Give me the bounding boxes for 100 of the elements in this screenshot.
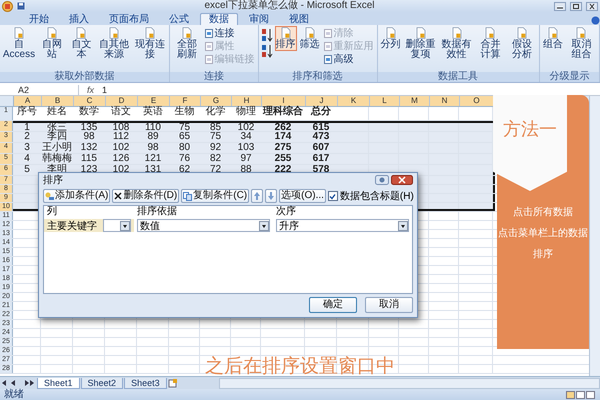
column-heading: 列 xyxy=(46,206,58,218)
table-cell-text: 102 xyxy=(236,123,256,131)
ribbon-button[interactable]: 自其他来源 xyxy=(97,26,132,61)
dropdown-icon[interactable] xyxy=(259,220,269,230)
column-header[interactable]: O xyxy=(460,96,494,106)
ribbon-button[interactable]: 取消组合 xyxy=(566,26,597,61)
column-header[interactable]: L xyxy=(370,96,400,106)
ribbon-button[interactable]: 自 Access xyxy=(2,26,36,61)
add-condition-button[interactable]: 添加条件(A) xyxy=(43,189,110,203)
table-cell-text: 617 xyxy=(312,154,330,164)
sort-key-row[interactable]: 主要关键字 xyxy=(44,219,134,232)
order-select[interactable]: 升序 xyxy=(276,219,409,232)
table-cell-text: 112 xyxy=(112,132,130,142)
table-cell-text: 化学 xyxy=(204,107,226,119)
horizontal-scrollbar[interactable] xyxy=(218,378,600,388)
table-cell-text: 序号 xyxy=(16,107,38,119)
close-icon[interactable] xyxy=(391,175,413,185)
sort-on-select[interactable]: 数值 xyxy=(137,219,270,232)
table-cell-text: 110 xyxy=(144,123,162,131)
new-sheet-icon[interactable] xyxy=(168,378,178,388)
table-cell-text: 123 xyxy=(80,165,98,175)
table-cell-text: 4 xyxy=(23,154,31,164)
ribbon-button[interactable]: 自文本 xyxy=(68,26,96,61)
ribbon-button[interactable]: 排序 xyxy=(274,26,297,51)
view-buttons-icon[interactable] xyxy=(566,390,596,398)
ribbon-button[interactable]: 自网站 xyxy=(38,26,66,61)
ribbon-button[interactable]: 高级 xyxy=(322,54,375,65)
sheet-tab[interactable]: Sheet1 xyxy=(37,378,80,388)
ribbon-tab[interactable]: 插入 xyxy=(60,13,98,25)
column-header[interactable]: I xyxy=(262,96,306,106)
table-cell-text: 2 xyxy=(23,132,31,142)
cancel-button[interactable]: 取消 xyxy=(365,297,413,313)
save-icon[interactable] xyxy=(17,2,25,10)
ribbon-button[interactable]: 分列 xyxy=(380,26,402,51)
office-logo-icon[interactable] xyxy=(2,0,13,12)
ribbon-button[interactable]: 筛选 xyxy=(298,26,321,51)
ribbon-button[interactable]: 合并计算 xyxy=(476,26,506,61)
close-icon[interactable] xyxy=(586,2,598,10)
column-header[interactable]: F xyxy=(170,96,201,106)
column-header[interactable]: M xyxy=(400,96,430,106)
dialog-title: 排序 xyxy=(43,174,64,187)
group-label: 分级显示 xyxy=(540,72,599,82)
table-cell-text: 97 xyxy=(239,154,253,164)
ribbon-button[interactable]: 删除重复项 xyxy=(404,26,438,61)
dropdown-icon[interactable] xyxy=(398,220,408,230)
table-cell-text: 85 xyxy=(208,123,222,131)
table-cell-text: 理科综合 xyxy=(262,107,304,119)
sheet-tab[interactable]: Sheet3 xyxy=(124,378,167,388)
ribbon-button[interactable]: 数据有效性 xyxy=(440,26,474,61)
ribbon-tab[interactable]: 视图 xyxy=(280,13,318,25)
column-header[interactable]: H xyxy=(232,96,262,106)
ok-button[interactable]: 确定 xyxy=(309,297,357,313)
ribbon-button[interactable]: 全部刷新 xyxy=(172,26,202,61)
name-box[interactable]: A2 xyxy=(0,84,79,94)
ribbon-tab[interactable]: 公式 xyxy=(160,13,198,25)
status-text: 就绪 xyxy=(4,389,25,400)
step-text: 点击菜单栏上的数据 xyxy=(498,228,588,239)
maximize-icon[interactable] xyxy=(570,2,582,10)
minimize-icon[interactable] xyxy=(554,2,566,10)
sheet-tab[interactable]: Sheet2 xyxy=(80,378,124,388)
ribbon-tab[interactable]: 开始 xyxy=(20,13,58,25)
group-label: 连接 xyxy=(170,72,258,82)
column-header[interactable]: C xyxy=(74,96,106,106)
ribbon-button[interactable]: 连接 xyxy=(204,28,256,39)
column-header[interactable]: K xyxy=(338,96,370,106)
column-header[interactable]: D xyxy=(106,96,138,106)
sort-button[interactable] xyxy=(260,28,273,42)
table-cell-text: 174 xyxy=(274,132,292,142)
table-cell-text: 34 xyxy=(239,132,253,142)
column-header[interactable]: N xyxy=(430,96,460,106)
vertical-scrollbar[interactable] xyxy=(589,96,600,376)
function-label[interactable]: fx xyxy=(83,84,98,94)
ribbon-tab[interactable]: 页面布局 xyxy=(100,13,158,25)
table-cell-text: 姓名 xyxy=(46,107,68,119)
move-down-button[interactable] xyxy=(265,189,278,203)
table-cell-text: 88 xyxy=(239,165,253,175)
options-button[interactable]: 选项(O)... xyxy=(279,189,326,203)
table-cell-text: 82 xyxy=(208,154,222,164)
table-cell-text: 98 xyxy=(82,132,96,142)
column-header[interactable]: G xyxy=(201,96,232,106)
column-header[interactable]: E xyxy=(138,96,170,106)
sort-button[interactable] xyxy=(260,44,273,58)
copy-condition-button[interactable]: 复制条件(C) xyxy=(181,189,250,203)
checkbox-label[interactable]: 数据包含标题(H) xyxy=(340,189,414,203)
move-up-button[interactable] xyxy=(251,189,264,203)
ribbon-button[interactable]: 组合 xyxy=(542,26,564,51)
column-header[interactable]: B xyxy=(42,96,74,106)
dropdown-icon[interactable] xyxy=(120,220,130,230)
column-header[interactable]: A xyxy=(14,96,42,106)
table-cell-text: 生物 xyxy=(174,107,196,119)
ribbon-button[interactable]: 现有连接 xyxy=(133,26,168,61)
ribbon-tab[interactable]: 数据 xyxy=(200,13,238,25)
help-icon[interactable] xyxy=(591,16,600,25)
column-header[interactable]: J xyxy=(306,96,338,106)
header-checkbox[interactable] xyxy=(328,191,338,201)
help-icon[interactable] xyxy=(375,175,389,185)
ribbon-tab[interactable]: 审阅 xyxy=(240,13,278,25)
sheet-navigation-icon[interactable] xyxy=(0,379,36,387)
ribbon-button[interactable]: 假设分析 xyxy=(507,26,537,61)
delete-condition-button[interactable]: 删除条件(D) xyxy=(112,189,180,203)
